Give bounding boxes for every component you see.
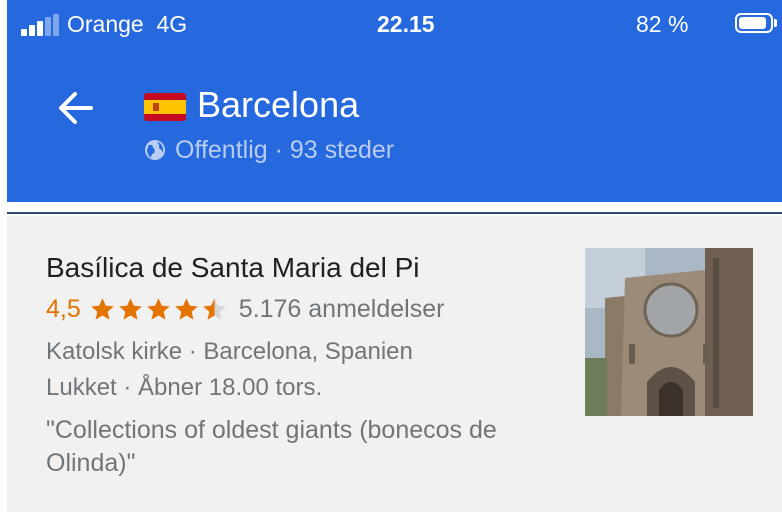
star-icon bbox=[91, 297, 114, 320]
divider bbox=[7, 212, 782, 214]
half-star-icon bbox=[203, 297, 226, 320]
list-title: Barcelona bbox=[197, 84, 360, 125]
review-count: 5.176 anmeldelser bbox=[238, 294, 445, 323]
signal-strength-icon bbox=[21, 14, 61, 36]
star-icon bbox=[147, 297, 170, 320]
status-bar: Orange 4G 22.15 82 % bbox=[7, 0, 782, 46]
place-name: Basílica de Santa Maria del Pi bbox=[46, 252, 420, 283]
back-arrow-icon[interactable] bbox=[55, 90, 95, 126]
place-card[interactable]: Basílica de Santa Maria del Pi 4,5 5.176… bbox=[7, 216, 782, 512]
star-icon bbox=[175, 297, 198, 320]
clock: 22.15 bbox=[377, 11, 435, 37]
globe-icon bbox=[144, 139, 166, 161]
battery-percentage: 82 % bbox=[636, 11, 689, 37]
rating-row: 4,5 5.176 anmeldelser bbox=[46, 292, 444, 326]
spain-flag-icon bbox=[144, 93, 186, 121]
app-bar: Barcelona Offentlig · 93 steder bbox=[7, 46, 782, 202]
place-category-location: Katolsk kirke · Barcelona, Spanien bbox=[46, 338, 413, 365]
star-icon bbox=[119, 297, 142, 320]
list-subtitle: Offentlig · 93 steder bbox=[175, 136, 395, 164]
place-hours: Lukket · Åbner 18.00 tors. bbox=[46, 374, 323, 401]
battery-icon bbox=[735, 13, 773, 33]
battery-tip bbox=[774, 19, 777, 27]
star-rating bbox=[89, 296, 229, 323]
rating-value: 4,5 bbox=[46, 294, 81, 323]
review-snippet: "Collections of oldest giants (bonecos d… bbox=[46, 416, 497, 477]
carrier-name: Orange 4G bbox=[67, 11, 188, 37]
place-photo[interactable] bbox=[585, 248, 753, 416]
